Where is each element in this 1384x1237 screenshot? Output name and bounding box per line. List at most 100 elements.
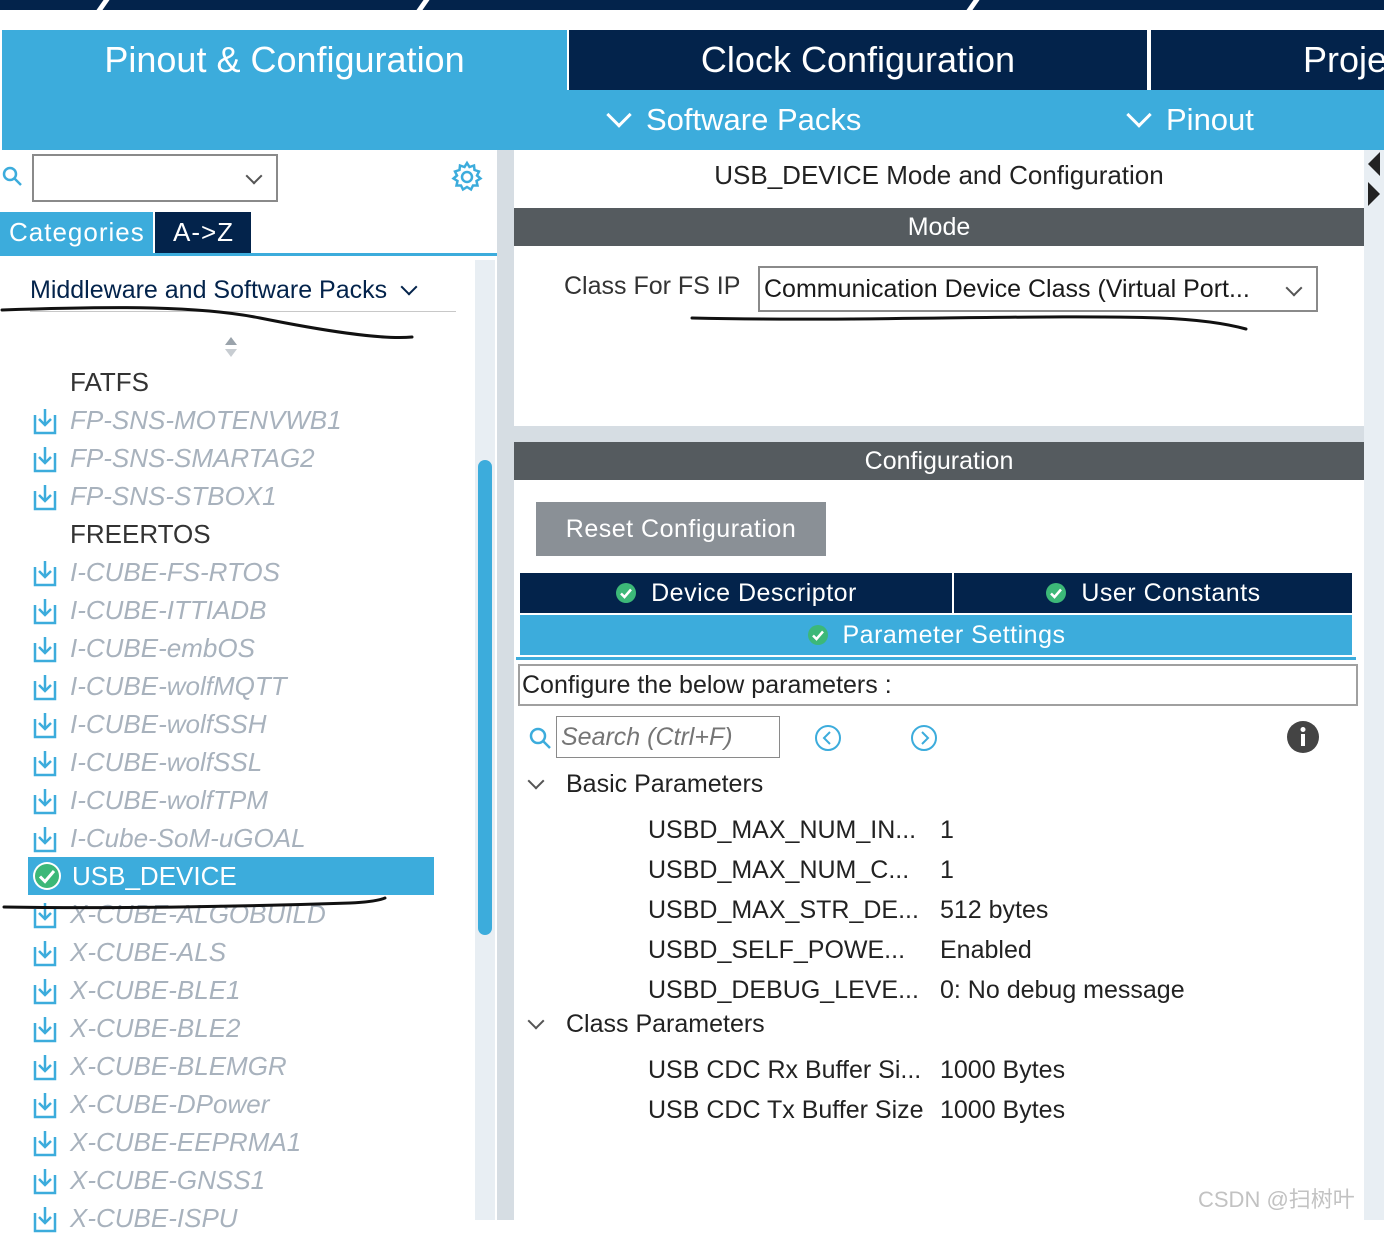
tab-project-manager[interactable]: Proje [1149,30,1384,90]
tab-user-constants-label: User Constants [1081,578,1261,607]
download-icon [33,713,57,739]
download-icon [33,1131,57,1157]
mode-configuration-panel: USB_DEVICE Mode and Configuration Mode C… [514,150,1364,1220]
panel-divider[interactable] [497,150,514,1220]
middleware-list-item[interactable]: X-CUBE-BLEMGR [0,1047,470,1085]
middleware-item-label: I-CUBE-FS-RTOS [70,556,280,587]
download-icon [33,1093,57,1119]
tab-device-descriptor-label: Device Descriptor [651,578,857,607]
class-for-fs-ip-select[interactable]: Communication Device Class (Virtual Port… [758,266,1318,312]
download-icon [33,675,57,701]
scrollbar-thumb[interactable] [478,460,492,935]
middleware-list-item[interactable]: X-CUBE-ISPU [0,1199,470,1237]
tab-parameter-settings[interactable]: Parameter Settings [520,615,1352,655]
parameter-group-header[interactable]: Class Parameters [527,1010,765,1039]
download-icon [33,561,57,587]
search-icon[interactable] [528,726,552,750]
sort-icon[interactable] [222,335,240,359]
download-icon [33,637,57,663]
section-divider[interactable] [514,426,1364,442]
gear-icon[interactable] [450,160,484,194]
middleware-list: FATFS FP-SNS-MOTENVWB1 FP-SNS-SMARTAG2 FP-S… [0,363,470,1237]
middleware-list-item[interactable]: I-CUBE-ITTIADB [0,591,470,629]
middleware-item-label: FREERTOS [70,518,211,549]
parameter-group-label: Basic Parameters [566,770,764,798]
panel-title: USB_DEVICE Mode and Configuration [714,160,1164,190]
category-search-row [0,150,497,208]
parameter-name: USBD_MAX_NUM_C... [648,856,910,884]
next-match-icon[interactable] [910,724,938,752]
info-icon[interactable] [1286,720,1320,754]
middleware-item-label: X-CUBE-ISPU [70,1202,238,1233]
middleware-item-label: I-CUBE-wolfSSH [70,708,267,739]
download-icon [33,751,57,777]
tab-device-descriptor[interactable]: Device Descriptor [520,573,952,613]
parameter-search-input[interactable] [556,716,780,758]
right-scrollbar[interactable] [1364,150,1384,1220]
tab-clock-configuration[interactable]: Clock Configuration [567,30,1147,90]
parameter-name: USBD_SELF_POWE... [648,936,906,964]
download-icon [33,1169,57,1195]
middleware-list-item[interactable]: X-CUBE-GNSS1 [0,1161,470,1199]
middleware-item-label: FP-SNS-STBOX1 [70,480,277,511]
mode-header: Mode [514,208,1364,246]
reset-configuration-button[interactable]: Reset Configuration [536,502,826,556]
middleware-item-label: USB_DEVICE [72,860,237,891]
middleware-list-item[interactable]: FP-SNS-STBOX1 [0,477,470,515]
download-icon [33,447,57,473]
middleware-list-item[interactable]: I-CUBE-wolfMQTT [0,667,470,705]
middleware-item-label: I-CUBE-wolfSSL [70,746,263,777]
middleware-list-item[interactable]: X-CUBE-ALS [0,933,470,971]
middleware-list-item[interactable]: X-CUBE-ALGOBUILD [0,895,470,933]
chevron-down-icon [527,1012,545,1029]
parameter-value: 0: No debug message [940,976,1185,1004]
middleware-list-item[interactable]: I-Cube-SoM-uGOAL [0,819,470,857]
middleware-list-item[interactable]: I-CUBE-embOS [0,629,470,667]
expand-arrow-icon[interactable] [1368,182,1380,206]
middleware-list-item[interactable]: X-CUBE-EEPRMA1 [0,1123,470,1161]
middleware-list-item[interactable]: I-CUBE-FS-RTOS [0,553,470,591]
class-for-fs-ip-label: Class For FS IP [564,272,741,300]
download-icon [33,409,57,435]
chevron-down-icon [1285,279,1303,297]
sub-menubar: Software Packs Pinout [2,90,1384,150]
middleware-list-item[interactable]: FATFS [0,363,470,401]
middleware-list-item[interactable]: FP-SNS-MOTENVWB1 [0,401,470,439]
tab-pinout-configuration[interactable]: Pinout & Configuration [2,30,567,90]
tab-categories[interactable]: Categories [0,212,153,253]
tab-user-constants[interactable]: User Constants [954,573,1352,613]
download-icon [33,789,57,815]
chevron-down-icon [245,167,263,185]
search-icon[interactable] [2,166,22,186]
parameter-name: USB CDC Rx Buffer Si... [648,1056,922,1084]
parameter-name: USB CDC Tx Buffer Size [648,1096,924,1124]
tab-a-to-z[interactable]: A->Z [155,212,251,253]
software-packs-label: Software Packs [646,102,862,137]
pinout-menu[interactable]: Pinout [1126,90,1254,150]
middleware-group-header[interactable]: Middleware and Software Packs [30,270,456,312]
category-search-dropdown[interactable] [32,154,278,202]
middleware-item-label: X-CUBE-BLEMGR [70,1050,287,1081]
middleware-item-label: X-CUBE-EEPRMA1 [70,1126,302,1157]
configuration-header: Configuration [514,442,1364,480]
middleware-item-label: X-CUBE-DPower [70,1088,270,1119]
collapse-arrow-icon[interactable] [1368,152,1380,176]
middleware-list-item[interactable]: X-CUBE-BLE2 [0,1009,470,1047]
software-packs-menu[interactable]: Software Packs [606,90,862,150]
parameter-group-label: Class Parameters [566,1010,765,1038]
middleware-item-label: X-CUBE-ALS [70,936,227,967]
middleware-list-item[interactable]: I-CUBE-wolfSSH [0,705,470,743]
middleware-list-item[interactable]: I-CUBE-wolfTPM [0,781,470,819]
middleware-item-label: I-CUBE-wolfTPM [70,784,268,815]
middleware-list-item[interactable]: X-CUBE-DPower [0,1085,470,1123]
previous-match-icon[interactable] [814,724,842,752]
middleware-item-label: FP-SNS-SMARTAG2 [70,442,315,473]
parameter-value: Enabled [940,936,1032,964]
middleware-list-item[interactable]: X-CUBE-BLE1 [0,971,470,1009]
middleware-list-item[interactable]: I-CUBE-wolfSSL [0,743,470,781]
parameter-group-header[interactable]: Basic Parameters [527,770,764,799]
middleware-list-item[interactable]: USB_DEVICE [0,857,470,895]
middleware-list-item[interactable]: FP-SNS-SMARTAG2 [0,439,470,477]
window-top-strip [0,0,1384,10]
middleware-list-item[interactable]: FREERTOS [0,515,470,553]
